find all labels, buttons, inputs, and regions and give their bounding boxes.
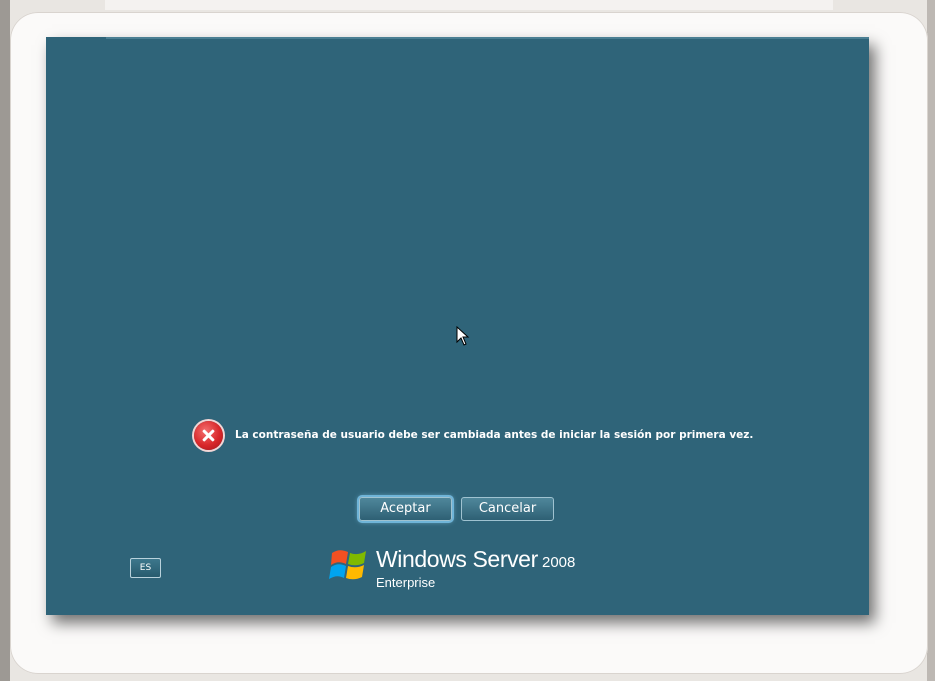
error-icon	[194, 420, 223, 450]
windows-flag-icon	[329, 550, 366, 580]
language-indicator-button[interactable]: ES	[130, 558, 161, 578]
accept-button[interactable]: Aceptar	[359, 497, 452, 521]
cancel-button[interactable]: Cancelar	[461, 497, 554, 521]
error-message-row: La contraseña de usuario debe ser cambia…	[194, 420, 753, 450]
product-edition: Enterprise	[376, 575, 436, 590]
windows-server-branding: Windows Server 2008 Enterprise	[328, 543, 598, 603]
frame-left-edge	[0, 0, 10, 681]
frame-top-strip	[105, 0, 833, 10]
error-message-text: La contraseña de usuario debe ser cambia…	[235, 429, 754, 441]
product-year: 2008	[542, 554, 576, 571]
mouse-pointer-icon	[456, 326, 470, 346]
logon-screen: La contraseña de usuario debe ser cambia…	[46, 37, 869, 615]
screen-top-highlight	[106, 37, 869, 39]
frame-right-edge	[927, 0, 935, 681]
product-name: Windows Server	[376, 546, 538, 572]
